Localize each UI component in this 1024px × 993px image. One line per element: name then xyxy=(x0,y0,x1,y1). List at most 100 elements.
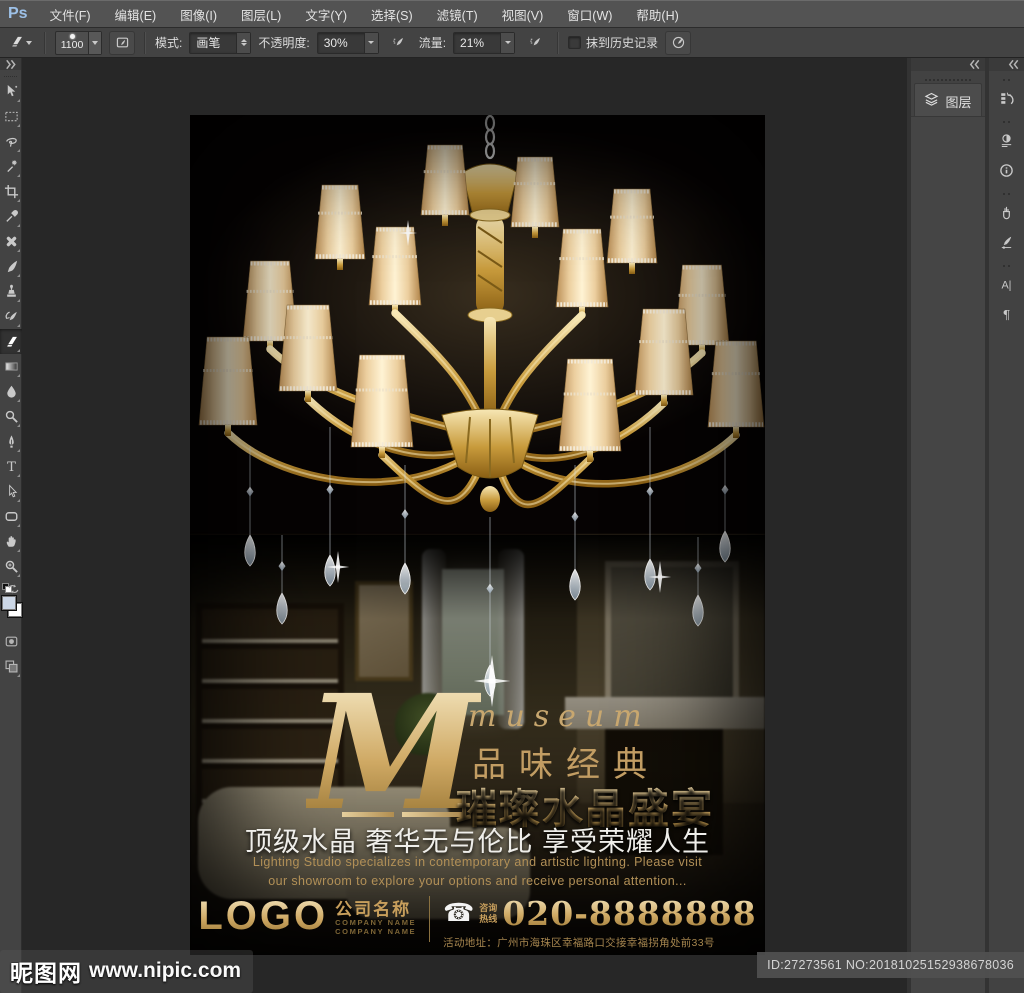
mode-value: 画笔 xyxy=(196,36,221,50)
poster-document[interactable]: M museum 品味经典 璀璨水晶盛宴 顶级水晶 奢华无与伦比 享受荣耀人生 … xyxy=(190,115,765,955)
menu-item-0[interactable]: 文件(F) xyxy=(38,1,103,27)
eyedropper-tool[interactable] xyxy=(0,204,22,229)
image-id-text: ID:27273561 NO:20181025152938678036 xyxy=(767,958,1014,972)
dock-collapse-header[interactable] xyxy=(911,58,985,71)
color-swatch-widget xyxy=(0,583,23,629)
gradient-tool[interactable] xyxy=(0,354,22,379)
svg-text:¶: ¶ xyxy=(1003,308,1011,322)
lasso-tool[interactable] xyxy=(0,129,22,154)
blur-tool[interactable] xyxy=(0,379,22,404)
checkbox-box[interactable] xyxy=(568,36,582,49)
watermark-site-url: www.nipic.com xyxy=(89,959,242,982)
svg-text:T: T xyxy=(7,460,16,474)
erase-to-history-checkbox[interactable]: 抹到历史记录 xyxy=(568,34,658,51)
opacity-dropdown[interactable] xyxy=(363,32,378,53)
menu-items: 文件(F) 编辑(E) 图像(I) 图层(L) 文字(Y) 选择(S) 滤镜(T) 视图(V)… xyxy=(38,1,691,27)
hand-tool[interactable] xyxy=(0,529,22,554)
toolbar-collapse-button[interactable] xyxy=(0,58,21,70)
airbrush-toggle-button[interactable] xyxy=(522,31,548,55)
quick-mask-button[interactable] xyxy=(0,629,22,654)
rectangular-marquee-tool[interactable] xyxy=(0,104,22,129)
zoom-tool[interactable] xyxy=(0,554,22,579)
watermark-site-name: 昵图网 xyxy=(10,960,82,986)
crop-tool[interactable] xyxy=(0,179,22,204)
flow-label: 流量: xyxy=(418,36,447,50)
image-id-bar: ID:27273561 NO:20181025152938678036 xyxy=(757,952,1024,978)
healing-brush-tool[interactable] xyxy=(0,229,22,254)
dock-collapse-header-2[interactable] xyxy=(989,58,1024,71)
tablet-opacity-button[interactable] xyxy=(386,31,412,55)
dodge-tool[interactable] xyxy=(0,404,22,429)
flow-value: 21% xyxy=(460,35,485,50)
mode-select[interactable]: 画笔 xyxy=(189,31,252,54)
character-panel-button[interactable]: A| xyxy=(989,269,1024,299)
layers-panel-tab[interactable]: 图层 xyxy=(914,83,982,119)
flow-field[interactable]: 21% xyxy=(453,31,516,54)
watermark-partial-row: 昵图网 xyxy=(10,988,82,993)
eraser-tool[interactable] xyxy=(0,329,22,354)
menu-item-5[interactable]: 选择(S) xyxy=(359,1,425,27)
eraser-icon xyxy=(9,34,24,52)
tools-panel: T xyxy=(0,58,23,993)
photoshop-window: Ps 文件(F) 编辑(E) 图像(I) 图层(L) 文字(Y) 选择(S) 滤镜(T) 视图… xyxy=(0,0,1024,993)
move-tool[interactable] xyxy=(0,79,22,104)
mode-label: 模式: xyxy=(155,36,183,50)
opacity-field[interactable]: 30% xyxy=(316,31,379,54)
panel-grip[interactable] xyxy=(1003,188,1010,195)
divider xyxy=(144,31,146,54)
toggle-brush-panel-button[interactable] xyxy=(109,30,135,55)
foreground-color-swatch[interactable] xyxy=(1,595,17,611)
menu-item-2[interactable]: 图像(I) xyxy=(168,1,229,27)
watermark: 昵图网 www.nipic.com xyxy=(0,950,254,993)
layers-icon xyxy=(924,92,939,110)
screen-mode-button[interactable] xyxy=(0,654,22,679)
history-brush-tool[interactable] xyxy=(0,304,22,329)
brush-settings-panel-button[interactable] xyxy=(989,227,1024,257)
panel-grip[interactable] xyxy=(1003,260,1010,267)
info-panel-button[interactable] xyxy=(989,155,1024,185)
menu-item-6[interactable]: 滤镜(T) xyxy=(425,1,490,27)
flow-dropdown[interactable] xyxy=(500,32,515,53)
magic-wand-tool[interactable] xyxy=(0,154,22,179)
brush-tool[interactable] xyxy=(0,254,22,279)
opacity-value: 30% xyxy=(323,35,348,50)
history-panel-button[interactable] xyxy=(989,83,1024,113)
clone-stamp-tool[interactable] xyxy=(0,279,22,304)
panel-grip[interactable] xyxy=(1003,116,1010,123)
panel-grip[interactable] xyxy=(1003,74,1010,81)
menu-item-4[interactable]: 文字(Y) xyxy=(293,1,359,27)
divider xyxy=(44,31,46,54)
type-tool[interactable]: T xyxy=(0,454,22,479)
canvas-area[interactable]: M museum 品味经典 璀璨水晶盛宴 顶级水晶 奢华无与伦比 享受荣耀人生 … xyxy=(22,58,907,993)
menu-item-3[interactable]: 图层(L) xyxy=(229,1,293,27)
layers-panel-body[interactable] xyxy=(911,116,985,993)
rounded-rectangle-tool[interactable] xyxy=(0,504,22,529)
pen-tool[interactable] xyxy=(0,429,22,454)
chandelier-graphic xyxy=(198,115,765,707)
brush-picker-dropdown[interactable] xyxy=(88,31,101,54)
svg-text:A|: A| xyxy=(1002,279,1012,291)
menu-item-1[interactable]: 编辑(E) xyxy=(103,1,169,27)
layers-tab-label: 图层 xyxy=(945,94,972,110)
panel-icon-strip: A| ¶ xyxy=(989,58,1024,993)
paragraph-panel-button[interactable]: ¶ xyxy=(989,299,1024,329)
brush-preset-picker[interactable]: 1100 xyxy=(55,30,102,55)
menu-item-7[interactable]: 视图(V) xyxy=(490,1,556,27)
opacity-label: 不透明度: xyxy=(258,36,310,50)
brush-presets-panel-button[interactable] xyxy=(989,197,1024,227)
panel-dock: 图层 A| ¶ xyxy=(907,58,1024,993)
menu-item-8[interactable]: 窗口(W) xyxy=(555,1,624,27)
path-selection-tool[interactable] xyxy=(0,479,22,504)
erase-to-history-label: 抹到历史记录 xyxy=(586,36,659,50)
brush-pressure-size-button[interactable] xyxy=(665,30,692,55)
panel-grip[interactable] xyxy=(925,74,971,81)
adjustments-panel-button[interactable] xyxy=(989,125,1024,155)
brush-size-value: 1100 xyxy=(60,39,84,52)
menu-item-9[interactable]: 帮助(H) xyxy=(624,1,690,27)
menu-bar: Ps 文件(F) 编辑(E) 图像(I) 图层(L) 文字(Y) 选择(S) 滤镜(T) 视图… xyxy=(0,0,1024,28)
eraser-tool-preset[interactable] xyxy=(6,32,35,54)
layers-panel-column: 图层 xyxy=(911,58,985,993)
photoshop-logo: Ps xyxy=(8,5,28,22)
tool-options-bar: 1100 模式: 画笔 不透明度: 30% 流量: 21% 抹到历史记录 xyxy=(0,28,1024,58)
mode-select-arrows[interactable] xyxy=(236,32,251,53)
